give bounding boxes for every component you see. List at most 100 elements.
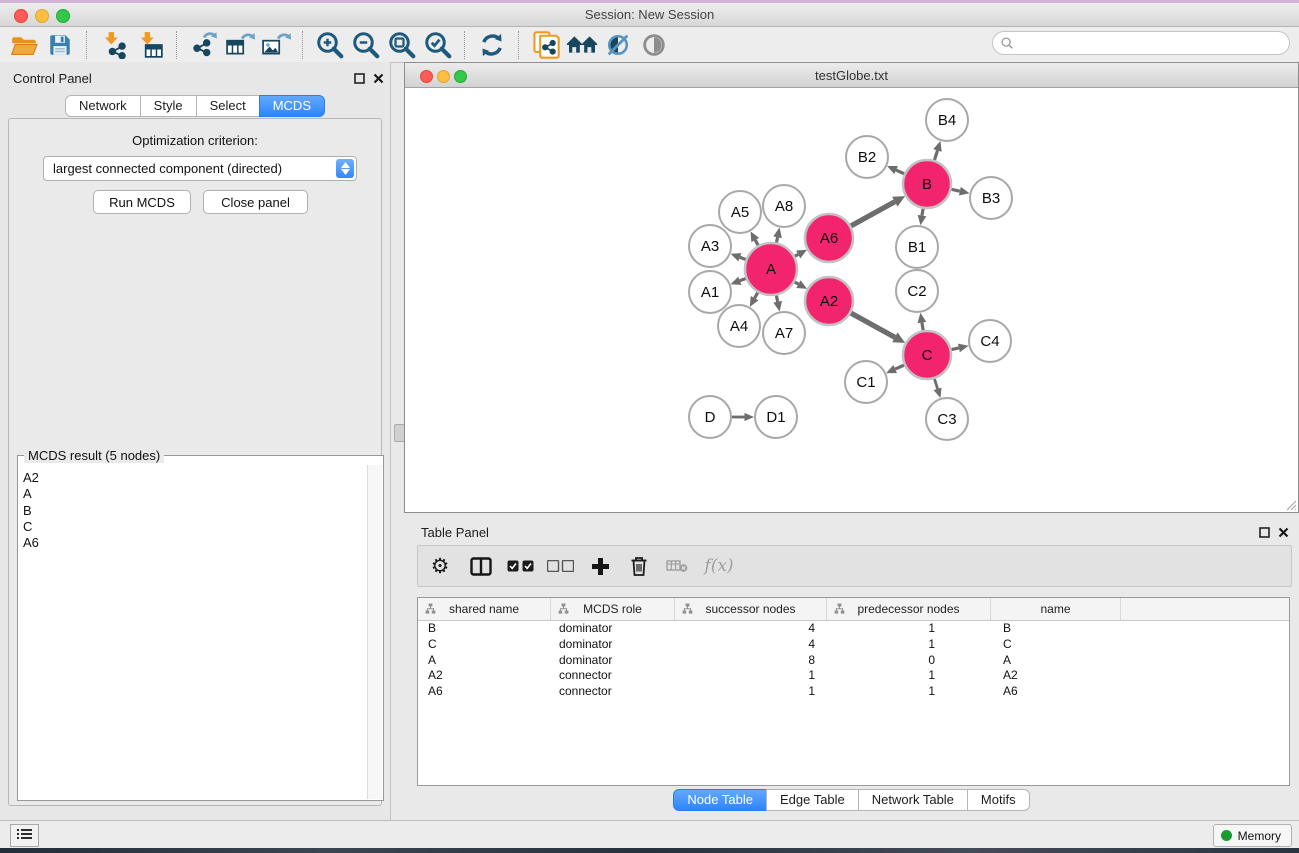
graph-node-B1[interactable]: B1 bbox=[896, 226, 938, 268]
float-table-panel-icon[interactable] bbox=[1257, 525, 1271, 539]
graph-node-B[interactable]: B bbox=[903, 160, 951, 208]
table-row[interactable]: A6connector11A6 bbox=[418, 684, 1289, 700]
float-panel-icon[interactable] bbox=[352, 71, 366, 85]
graph-edge-A2-C[interactable] bbox=[851, 313, 895, 337]
export-network-icon[interactable] bbox=[186, 29, 222, 61]
duplicate-network-icon[interactable] bbox=[528, 29, 564, 61]
graph-edge-C-C3[interactable] bbox=[934, 379, 937, 389]
graph-node-C3[interactable]: C3 bbox=[926, 398, 968, 440]
graph-node-D1[interactable]: D1 bbox=[755, 396, 797, 438]
export-table-icon[interactable] bbox=[222, 29, 258, 61]
graph-node-A7[interactable]: A7 bbox=[763, 312, 805, 354]
graph-node-D[interactable]: D bbox=[689, 396, 731, 438]
graph-node-B4[interactable]: B4 bbox=[926, 99, 968, 141]
tab-mcds[interactable]: MCDS bbox=[259, 95, 325, 117]
graph-node-A2[interactable]: A2 bbox=[805, 277, 853, 325]
graph-edge-A-A7[interactable] bbox=[776, 295, 777, 301]
graph-edge-B-B2[interactable] bbox=[896, 170, 904, 174]
show-graphics-icon[interactable] bbox=[636, 29, 672, 61]
function-builder-icon[interactable]: f(x) bbox=[696, 550, 742, 582]
graph-node-A6[interactable]: A6 bbox=[805, 214, 853, 262]
network-resize-grip[interactable] bbox=[1283, 497, 1297, 511]
graph-edge-A6-B[interactable] bbox=[851, 202, 895, 226]
graph-node-B2[interactable]: B2 bbox=[846, 136, 888, 178]
split-view-icon[interactable] bbox=[462, 550, 500, 582]
graph-node-C[interactable]: C bbox=[903, 331, 951, 379]
graph-edge-A-A6[interactable] bbox=[795, 254, 798, 256]
graph-edge-C-C2[interactable] bbox=[922, 322, 923, 330]
deselect-all-icon[interactable] bbox=[540, 550, 580, 582]
graph-edge-C-C1[interactable] bbox=[895, 365, 904, 369]
table-row[interactable]: Cdominator41C bbox=[418, 637, 1289, 653]
close-table-panel-icon[interactable] bbox=[1276, 525, 1290, 539]
run-mcds-button[interactable]: Run MCDS bbox=[93, 190, 191, 214]
graph-node-C4[interactable]: C4 bbox=[969, 320, 1011, 362]
delete-column-icon[interactable] bbox=[620, 550, 658, 582]
table-row[interactable]: A2connector11A2 bbox=[418, 668, 1289, 684]
graph-edge-B-B4[interactable] bbox=[934, 150, 937, 160]
save-session-icon[interactable] bbox=[42, 29, 78, 61]
minimize-window-button[interactable] bbox=[35, 9, 49, 23]
table-row[interactable]: Adominator80A bbox=[418, 653, 1289, 669]
graph-node-A4[interactable]: A4 bbox=[718, 305, 760, 347]
graph-edge-A-A8[interactable] bbox=[776, 237, 777, 242]
tab-network-table[interactable]: Network Table bbox=[858, 789, 968, 811]
column-header-predecessor-nodes[interactable]: predecessor nodes bbox=[827, 598, 991, 620]
zoom-in-icon[interactable] bbox=[312, 29, 348, 61]
select-all-icon[interactable] bbox=[500, 550, 540, 582]
delete-table-icon[interactable] bbox=[658, 550, 696, 582]
tab-network[interactable]: Network bbox=[65, 95, 141, 117]
home-view-icon[interactable] bbox=[564, 29, 600, 61]
import-table-icon[interactable] bbox=[132, 29, 168, 61]
open-session-icon[interactable] bbox=[6, 29, 42, 61]
list-item[interactable]: A6 bbox=[19, 535, 368, 551]
zoom-window-button[interactable] bbox=[56, 9, 70, 23]
graph-edge-B-B1[interactable] bbox=[922, 209, 923, 216]
close-panel-icon[interactable] bbox=[371, 71, 385, 85]
graph-edge-A-A2[interactable] bbox=[795, 282, 799, 284]
import-network-icon[interactable] bbox=[96, 29, 132, 61]
graph-node-A[interactable]: A bbox=[745, 243, 797, 295]
column-header-successor-nodes[interactable]: successor nodes bbox=[675, 598, 827, 620]
tab-motifs[interactable]: Motifs bbox=[967, 789, 1030, 811]
zoom-fit-icon[interactable] bbox=[384, 29, 420, 61]
tab-edge-table[interactable]: Edge Table bbox=[766, 789, 859, 811]
minimize-network-button[interactable] bbox=[437, 70, 450, 83]
result-scrollbar[interactable] bbox=[367, 465, 382, 799]
settings-gear-icon[interactable]: ⚙ bbox=[418, 550, 462, 582]
zoom-selected-icon[interactable] bbox=[420, 29, 456, 61]
graph-edge-A-A4[interactable] bbox=[755, 293, 758, 299]
graph-edge-B-B3[interactable] bbox=[951, 189, 959, 191]
list-item[interactable]: A2 bbox=[19, 470, 368, 486]
task-history-button[interactable] bbox=[10, 824, 39, 847]
graph-node-A3[interactable]: A3 bbox=[689, 225, 731, 267]
tab-select[interactable]: Select bbox=[196, 95, 260, 117]
export-image-icon[interactable] bbox=[258, 29, 294, 61]
search-input[interactable] bbox=[1018, 35, 1289, 51]
network-window-titlebar[interactable]: testGlobe.txt bbox=[405, 63, 1298, 88]
graph-node-A8[interactable]: A8 bbox=[763, 185, 805, 227]
graph-edge-A-A1[interactable] bbox=[740, 279, 746, 281]
graph-edge-A-A5[interactable] bbox=[755, 240, 758, 245]
add-column-icon[interactable] bbox=[580, 550, 620, 582]
graph-edge-C-C4[interactable] bbox=[951, 348, 958, 350]
list-item[interactable]: C bbox=[19, 519, 368, 535]
column-header-mcds-role[interactable]: MCDS role bbox=[551, 598, 675, 620]
memory-button[interactable]: Memory bbox=[1213, 824, 1292, 847]
column-header-shared-name[interactable]: shared name bbox=[418, 598, 551, 620]
graph-node-C1[interactable]: C1 bbox=[845, 361, 887, 403]
column-header-name[interactable]: name bbox=[991, 598, 1121, 620]
criterion-select[interactable]: largest connected component (directed) bbox=[43, 156, 357, 181]
close-panel-button[interactable]: Close panel bbox=[203, 190, 308, 214]
list-item[interactable]: B bbox=[19, 503, 368, 519]
refresh-icon[interactable] bbox=[474, 29, 510, 61]
graph-node-B3[interactable]: B3 bbox=[970, 177, 1012, 219]
search-field[interactable] bbox=[992, 31, 1290, 55]
graph-node-C2[interactable]: C2 bbox=[896, 270, 938, 312]
hide-details-icon[interactable] bbox=[600, 29, 636, 61]
graph-edge-A-A3[interactable] bbox=[740, 257, 746, 259]
tab-style[interactable]: Style bbox=[140, 95, 197, 117]
tab-node-table[interactable]: Node Table bbox=[673, 789, 767, 811]
list-item[interactable]: A bbox=[19, 486, 368, 502]
zoom-network-button[interactable] bbox=[454, 70, 467, 83]
